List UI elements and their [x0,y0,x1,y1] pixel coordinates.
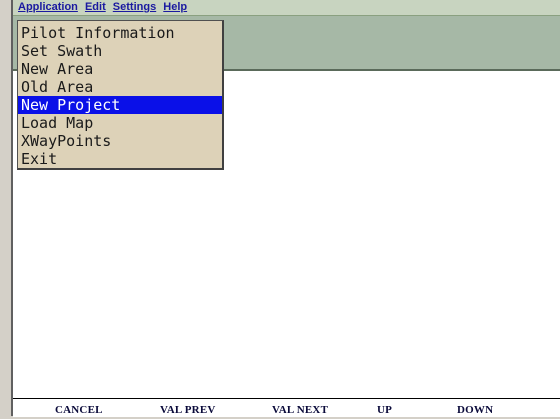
menu-edit[interactable]: Edit [83,0,108,15]
down-softkey[interactable]: DOWN [457,401,493,419]
cancel-softkey[interactable]: CANCEL [55,401,103,419]
menu-item-load-map[interactable]: Load Map [18,114,222,132]
val-prev-softkey[interactable]: VAL PREV [160,401,216,419]
menu-item-exit[interactable]: Exit [18,150,222,168]
menu-settings[interactable]: Settings [111,0,158,15]
application-dropdown-menu: Pilot Information Set Swath New Area Old… [17,20,224,170]
val-next-softkey[interactable]: VAL NEXT [272,401,328,419]
up-softkey[interactable]: UP [377,401,392,419]
menu-help[interactable]: Help [161,0,189,15]
menu-item-old-area[interactable]: Old Area [18,78,222,96]
menu-application[interactable]: Application [13,0,80,15]
menu-item-new-project[interactable]: New Project [18,96,222,114]
softkey-bar: CANCEL VAL PREV VAL NEXT UP DOWN [13,398,560,417]
menu-item-pilot-information[interactable]: Pilot Information [18,24,222,42]
menu-item-xwaypoints[interactable]: XWayPoints [18,132,222,150]
menu-item-new-area[interactable]: New Area [18,60,222,78]
menu-item-set-swath[interactable]: Set Swath [18,42,222,60]
menu-bar: Application Edit Settings Help [13,0,560,16]
